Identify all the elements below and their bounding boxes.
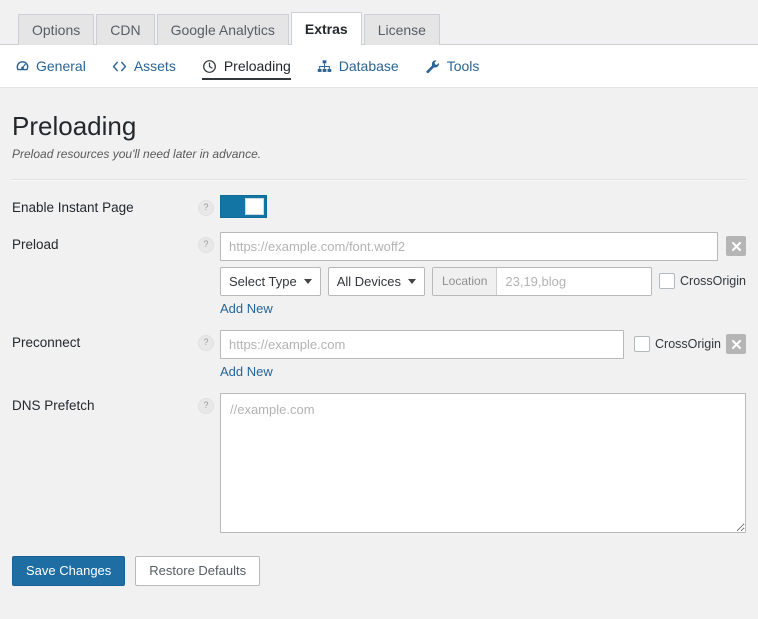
help-icon[interactable]: ? — [198, 236, 214, 253]
chevron-down-icon — [303, 278, 312, 284]
row-label-preconnect: Preconnect — [12, 334, 81, 350]
subnav-item-label: Assets — [133, 58, 176, 74]
help-wrap-preconnect: ? — [192, 330, 220, 351]
help-wrap-instant-page: ? — [192, 195, 220, 216]
subnav-item-label: Preloading — [223, 58, 291, 74]
preload-type-select-value: Select Type — [229, 273, 297, 289]
speedometer-icon — [14, 58, 30, 74]
preload-crossorigin-label: CrossOrigin — [680, 274, 746, 288]
preload-crossorigin-checkbox[interactable] — [659, 273, 675, 289]
form-footer: Save Changes Restore Defaults — [12, 536, 746, 586]
preload-crossorigin-option[interactable]: CrossOrigin — [659, 273, 746, 289]
preconnect-crossorigin-option[interactable]: CrossOrigin — [634, 336, 721, 352]
field-enable-instant-page — [220, 194, 746, 218]
help-wrap-dns-prefetch: ? — [192, 393, 220, 414]
subnav-item-database[interactable]: Database — [317, 45, 399, 88]
page-header: Preloading Preload resources you'll need… — [12, 88, 746, 171]
tab-license[interactable]: License — [363, 14, 440, 45]
primary-tab-strip: Options CDN Google Analytics Extras License — [0, 0, 758, 45]
tab-options[interactable]: Options — [18, 14, 95, 45]
subnav-item-label: Database — [338, 58, 399, 74]
page-subtitle: Preload resources you'll need later in a… — [12, 146, 262, 161]
subnav-item-label: General — [36, 58, 86, 74]
field-dns-prefetch — [220, 392, 746, 536]
help-icon[interactable]: ? — [198, 334, 214, 351]
toggle-knob — [245, 197, 264, 215]
save-changes-button[interactable]: Save Changes — [12, 555, 126, 586]
help-icon[interactable]: ? — [198, 397, 214, 414]
wrench-icon — [425, 58, 441, 74]
row-dns-prefetch: DNS Prefetch ? — [12, 379, 746, 536]
tab-cdn[interactable]: CDN — [96, 14, 155, 45]
preload-location-group: Location — [432, 266, 652, 296]
preload-remove-button[interactable] — [726, 236, 746, 256]
settings-content: Preloading Preload resources you'll need… — [0, 88, 758, 586]
dns-prefetch-textarea[interactable] — [220, 392, 746, 533]
preload-add-new-link[interactable]: Add New — [220, 301, 273, 316]
row-label-preload: Preload — [12, 236, 59, 252]
preconnect-crossorigin-label: CrossOrigin — [655, 337, 721, 351]
preconnect-crossorigin-checkbox[interactable] — [634, 336, 650, 352]
help-wrap-preload: ? — [192, 232, 220, 253]
preload-devices-select-value: All Devices — [336, 273, 401, 289]
subnav-item-tools[interactable]: Tools — [425, 45, 480, 88]
preload-devices-select[interactable]: All Devices — [327, 266, 425, 296]
clock-icon — [202, 58, 218, 74]
help-icon[interactable]: ? — [198, 199, 214, 216]
row-label-dns-prefetch: DNS Prefetch — [12, 397, 95, 413]
preconnect-add-new-link[interactable]: Add New — [220, 364, 273, 379]
instant-page-toggle[interactable] — [220, 194, 267, 218]
preload-type-select[interactable]: Select Type — [220, 266, 321, 296]
sitemap-icon — [317, 58, 333, 74]
preconnect-remove-button[interactable] — [726, 334, 746, 354]
preconnect-url-input[interactable] — [220, 329, 624, 359]
field-preconnect: CrossOrigin Add New — [220, 329, 746, 379]
tab-extras[interactable]: Extras — [290, 12, 362, 45]
subnav-item-general[interactable]: General — [14, 45, 86, 88]
page-title: Preloading — [12, 111, 137, 141]
chevron-down-icon — [408, 278, 416, 284]
preload-url-input[interactable] — [220, 231, 718, 261]
row-label-enable-instant-page: Enable Instant Page — [12, 199, 134, 215]
code-brackets-icon — [112, 58, 128, 74]
restore-defaults-button[interactable]: Restore Defaults — [135, 555, 261, 586]
subnav-item-assets[interactable]: Assets — [112, 45, 176, 88]
secondary-nav: General Assets Preloading Database Tools — [0, 45, 758, 88]
row-preconnect: Preconnect ? CrossOrigin Add New — [12, 316, 746, 379]
field-preload: Select Type All Devices Location CrossOr… — [220, 231, 746, 316]
preload-url-line — [220, 231, 746, 261]
preconnect-url-line: CrossOrigin — [220, 329, 746, 359]
row-preload: Preload ? Select Type All Devices — [12, 218, 746, 316]
preload-location-addon: Location — [433, 267, 498, 295]
subnav-item-preloading[interactable]: Preloading — [201, 45, 291, 88]
row-enable-instant-page: Enable Instant Page ? — [12, 181, 746, 218]
subnav-item-label: Tools — [446, 58, 480, 74]
preload-location-input[interactable] — [497, 267, 651, 295]
tab-google-analytics[interactable]: Google Analytics — [156, 14, 289, 45]
preload-options-line: Select Type All Devices Location CrossOr… — [220, 266, 746, 296]
